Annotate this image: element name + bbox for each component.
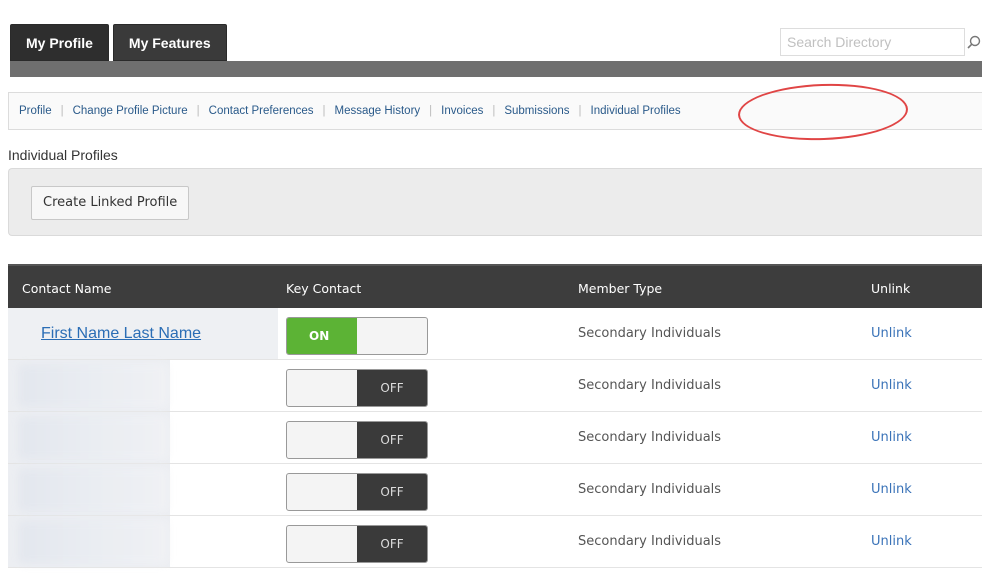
- table-row: First Name Last Name ON Secondary Indivi…: [8, 308, 982, 360]
- toggle-off-label: OFF: [357, 422, 427, 458]
- toggle-off-label: OFF: [357, 526, 427, 562]
- unlink-link[interactable]: Unlink: [871, 430, 912, 445]
- column-header-contact-name[interactable]: Contact Name: [22, 281, 111, 296]
- table-row: OFF Secondary Individuals Unlink: [8, 516, 982, 568]
- subnav-item-change-profile-picture[interactable]: Change Profile Picture: [73, 105, 188, 117]
- member-type: Secondary Individuals: [578, 534, 722, 549]
- top-header: My Profile My Features: [0, 0, 982, 78]
- subnav-separator: |: [429, 105, 433, 117]
- key-contact-toggle[interactable]: OFF: [286, 473, 428, 511]
- key-contact-toggle[interactable]: ON: [286, 317, 428, 355]
- redacted-name: [8, 360, 170, 411]
- page-title: Individual Profiles: [8, 147, 118, 163]
- contact-name-link[interactable]: First Name Last Name: [41, 325, 201, 343]
- search-input[interactable]: [781, 29, 946, 55]
- search-box: [780, 28, 981, 56]
- tab-my-profile[interactable]: My Profile: [10, 24, 109, 61]
- unlink-link[interactable]: Unlink: [871, 326, 912, 341]
- key-contact-toggle[interactable]: OFF: [286, 525, 428, 563]
- key-contact-toggle[interactable]: OFF: [286, 421, 428, 459]
- linked-profiles-table: Contact Name Key Contact Member Type Unl…: [8, 264, 982, 568]
- toggle-off-label: OFF: [357, 370, 427, 406]
- redacted-name: [8, 516, 170, 567]
- subnav-item-individual-profiles[interactable]: Individual Profiles: [591, 105, 681, 117]
- toggle-off-label: OFF: [357, 474, 427, 510]
- key-contact-toggle[interactable]: OFF: [286, 369, 428, 407]
- contact-name-cell: First Name Last Name: [8, 308, 278, 359]
- table-row: OFF Secondary Individuals Unlink: [8, 464, 982, 516]
- unlink-link[interactable]: Unlink: [871, 482, 912, 497]
- header-bar: [10, 61, 982, 77]
- column-header-unlink: Unlink: [871, 281, 911, 296]
- subnav-item-submissions[interactable]: Submissions: [504, 105, 569, 117]
- subnav-separator: |: [60, 105, 64, 117]
- main-tabs: My Profile My Features: [10, 24, 227, 61]
- action-panel: Create Linked Profile: [8, 168, 982, 236]
- column-header-member-type[interactable]: Member Type: [578, 281, 662, 296]
- unlink-link[interactable]: Unlink: [871, 378, 912, 393]
- subnav-separator: |: [578, 105, 582, 117]
- subnav-item-profile[interactable]: Profile: [19, 105, 52, 117]
- redacted-name: [8, 464, 170, 515]
- subnav-separator: |: [322, 105, 326, 117]
- unlink-link[interactable]: Unlink: [871, 534, 912, 549]
- table-row: OFF Secondary Individuals Unlink: [8, 412, 982, 464]
- member-type: Secondary Individuals: [578, 326, 722, 341]
- search-icon[interactable]: [967, 35, 981, 49]
- subnav-separator: |: [196, 105, 200, 117]
- column-header-key-contact[interactable]: Key Contact: [286, 281, 361, 296]
- member-type: Secondary Individuals: [578, 378, 722, 393]
- subnav-item-invoices[interactable]: Invoices: [441, 105, 483, 117]
- table-row: OFF Secondary Individuals Unlink: [8, 360, 982, 412]
- member-type: Secondary Individuals: [578, 482, 722, 497]
- member-type: Secondary Individuals: [578, 430, 722, 445]
- table-header: Contact Name Key Contact Member Type Unl…: [8, 264, 982, 308]
- subnav-separator: |: [492, 105, 496, 117]
- redacted-name: [8, 412, 170, 463]
- subnav-item-message-history[interactable]: Message History: [335, 105, 421, 117]
- create-linked-profile-button[interactable]: Create Linked Profile: [31, 186, 190, 220]
- highlight-annotation: [737, 81, 909, 143]
- toggle-on-label: ON: [287, 318, 357, 354]
- subnav-item-contact-preferences[interactable]: Contact Preferences: [209, 105, 314, 117]
- tab-my-features[interactable]: My Features: [112, 24, 227, 61]
